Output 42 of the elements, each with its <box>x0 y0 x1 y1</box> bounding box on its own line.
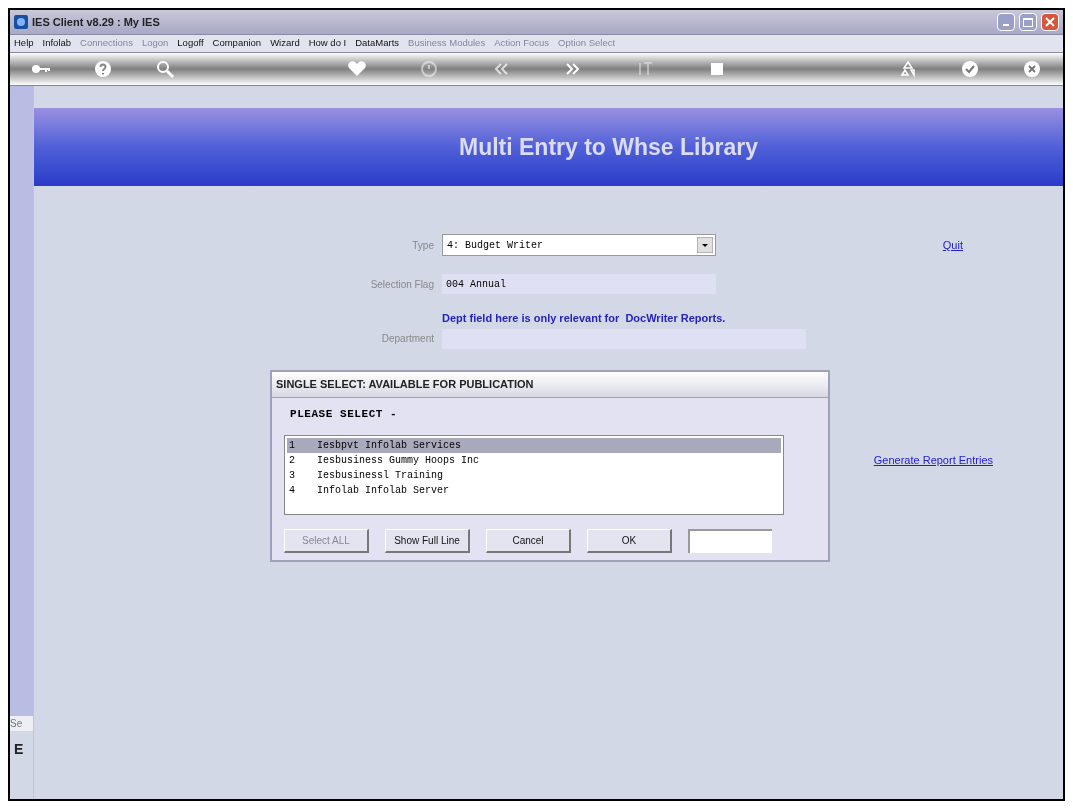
selection-flag-label: Selection Flag <box>369 277 434 292</box>
check-icon[interactable] <box>959 58 981 80</box>
help-icon[interactable] <box>92 58 114 80</box>
dialog-prompt: PLEASE SELECT - <box>290 407 399 422</box>
side-label: Se <box>10 716 33 731</box>
menu-item[interactable]: Logoff <box>177 36 204 51</box>
minimize-button[interactable] <box>997 13 1015 31</box>
minimize-icon <box>1003 24 1009 26</box>
menu-item[interactable]: Companion <box>212 36 262 51</box>
dialog-button[interactable]: Cancel <box>486 528 571 553</box>
app-icon <box>14 15 28 29</box>
type-dropdown[interactable]: 4: Budget Writer <box>442 234 716 256</box>
quit-link[interactable]: Quit <box>942 236 963 254</box>
menu-item[interactable]: Infolab <box>42 36 72 51</box>
cancel-icon[interactable] <box>1021 58 1043 80</box>
menu-item[interactable]: Help <box>14 36 34 51</box>
list-item[interactable]: 4 Infolab Infolab Server <box>287 482 781 498</box>
list-item[interactable]: 2 Iesbusiness Gummy Hoops Inc <box>287 452 781 468</box>
search-icon[interactable] <box>154 58 176 80</box>
maximize-button[interactable] <box>1019 13 1037 31</box>
maximize-icon <box>1023 17 1033 27</box>
dialog-button[interactable]: Show Full Line <box>385 528 470 553</box>
department-note: Dept field here is only relevant for DocWriter Reports. <box>442 311 727 326</box>
close-button[interactable] <box>1041 13 1059 31</box>
generate-report-entries-link[interactable]: Generate Report Entries <box>873 451 993 468</box>
window-title: IES Client v8.29 : My IES <box>32 14 160 30</box>
dropdown-arrow-icon <box>697 237 713 253</box>
department-label: Department <box>380 332 434 346</box>
type-value: 4: Budget Writer <box>447 238 544 253</box>
selection-flag-field[interactable]: 004 Annual <box>442 274 716 294</box>
side-icon-text: E <box>14 740 25 759</box>
dialog-button[interactable]: OK <box>587 528 672 553</box>
close-icon <box>1045 17 1055 27</box>
menu-item[interactable]: Wizard <box>270 36 300 51</box>
list-item[interactable]: 1 Iesbpvt Infolab Services <box>287 437 781 453</box>
menu-item[interactable]: DataMarts <box>355 36 400 51</box>
type-label: Type <box>411 238 434 253</box>
menu-item[interactable]: How do I <box>308 36 347 51</box>
list-item[interactable]: 3 Iesbusinessl Training <box>287 467 781 483</box>
dialog-title: SINGLE SELECT: AVAILABLE FOR PUBLICATION <box>276 377 534 393</box>
page-title: Multi Entry to Whse Library <box>459 132 758 162</box>
filter-field[interactable] <box>688 528 772 553</box>
